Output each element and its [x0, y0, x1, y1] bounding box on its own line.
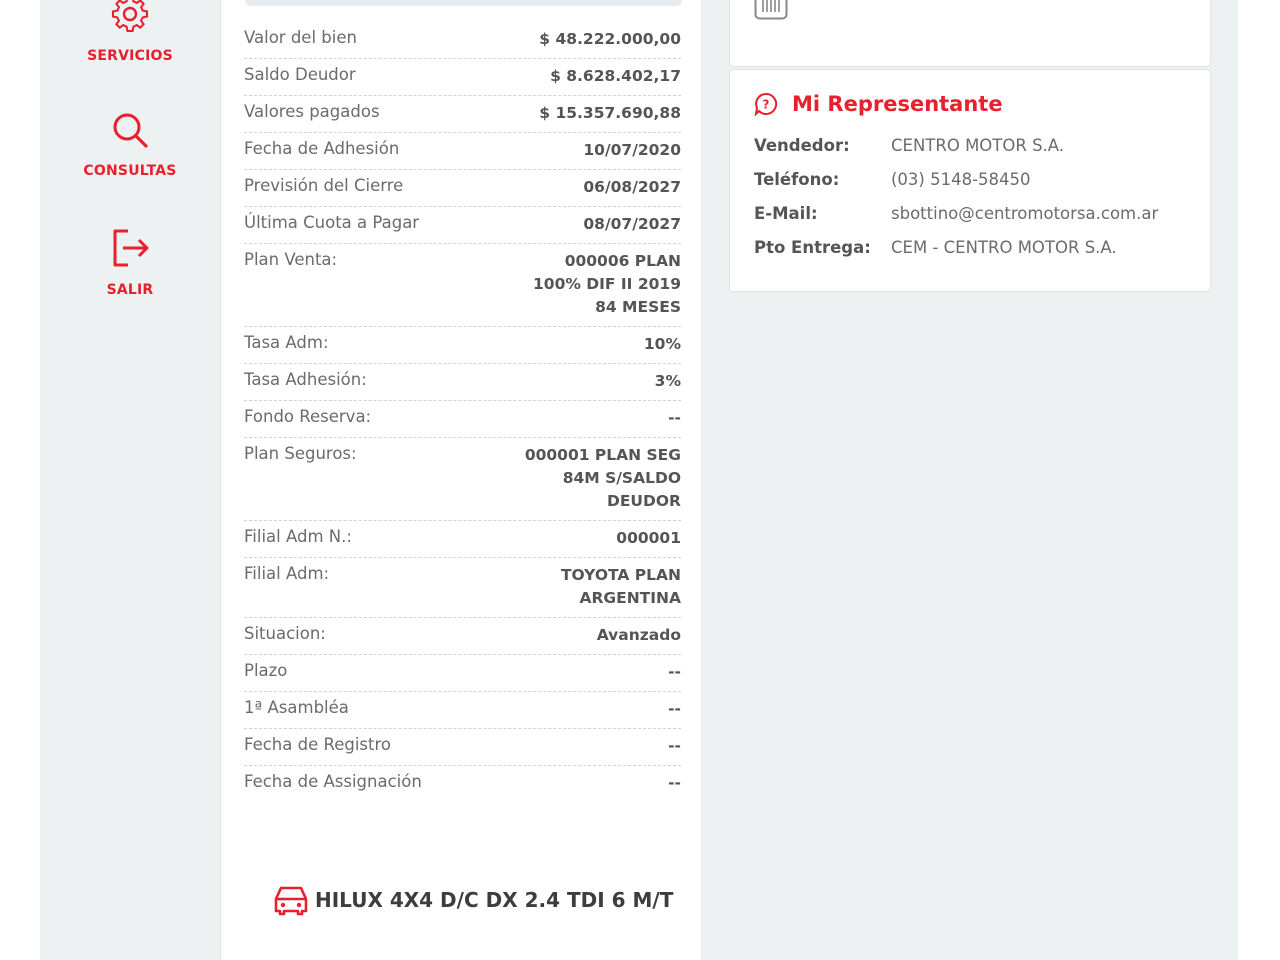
detail-label: Valores pagados	[244, 102, 380, 121]
detail-label: Filial Adm:	[244, 564, 330, 583]
gear-icon	[111, 0, 149, 33]
sidebar-item-salir[interactable]: SALIR	[40, 228, 220, 298]
detail-row-valor-bien: Valor del bien $ 48.222.000,00	[244, 22, 681, 59]
detail-label: Fecha de Registro	[244, 735, 392, 754]
detail-value: TOYOTA PLAN ARGENTINA	[560, 566, 681, 607]
sidebar-item-servicios[interactable]: SERVICIOS	[40, 0, 220, 64]
detail-value: 10%	[643, 335, 681, 353]
detail-label: Plan Venta:	[244, 250, 338, 269]
detail-row-plan-seguros: Plan Seguros: 000001 PLAN SEG 84M S/SALDO…	[244, 438, 681, 521]
detail-label: Última Cuota a Pagar	[244, 213, 420, 232]
rep-row-vendedor: Vendedor: CENTRO MOTOR S.A.	[754, 136, 1064, 155]
detail-value: 000006 PLAN 100% DIF II 2019 84 MESES	[533, 252, 681, 316]
detail-value: 3%	[654, 372, 681, 390]
detail-label: Fecha de Adhesión	[244, 139, 400, 158]
representante-title: Mi Representante	[792, 92, 1003, 116]
detail-label: Previsión del Cierre	[244, 176, 404, 195]
detail-row-tasa-adhesion: Tasa Adhesión: 3%	[244, 364, 681, 401]
rep-label: Pto Entrega:	[754, 238, 871, 257]
representante-header: ? Mi Representante	[754, 92, 1003, 116]
detail-row-fecha-registro: Fecha de Registro --	[244, 729, 681, 766]
car-icon	[274, 886, 308, 916]
rep-row-entrega: Pto Entrega: CEM - CENTRO MOTOR S.A.	[754, 238, 1117, 257]
rep-email-link[interactable]: sbottino@centromotorsa.com.ar	[891, 204, 1158, 223]
rep-value: CEM - CENTRO MOTOR S.A.	[891, 238, 1117, 257]
detail-row-fecha-asignacion: Fecha de Assignación --	[244, 766, 681, 802]
rep-value: (03) 5148-58450	[891, 170, 1031, 189]
representante-card: ? Mi Representante Vendedor: CENTRO MOTO…	[729, 69, 1211, 292]
sidebar-item-label: CONSULTAS	[83, 163, 177, 179]
detail-row-filial-adm: Filial Adm: TOYOTA PLAN ARGENTINA	[244, 558, 681, 618]
vehicle-model: HILUX 4X4 D/C DX 2.4 TDI 6 M/T	[273, 884, 673, 916]
rep-row-telefono: Teléfono: (03) 5148-58450	[754, 170, 1031, 189]
detail-row-ultima-cuota: Última Cuota a Pagar 08/07/2027	[244, 207, 681, 244]
detail-value: $ 48.222.000,00	[539, 30, 681, 48]
detail-row-situacion: Situacion: Avanzado	[244, 618, 681, 655]
svg-text:?: ?	[763, 98, 770, 112]
detail-label: Saldo Deudor	[244, 65, 356, 84]
rep-value: CENTRO MOTOR S.A.	[891, 136, 1065, 155]
panel-header-strip	[245, 0, 682, 6]
detail-label: Situacion:	[244, 624, 326, 643]
rep-label: Teléfono:	[754, 170, 840, 189]
detail-value: --	[668, 700, 681, 718]
detail-row-fecha-adhesion: Fecha de Adhesión 10/07/2020	[244, 133, 681, 170]
sidebar-item-label: SALIR	[106, 282, 154, 298]
detail-value: 06/08/2027	[583, 178, 681, 196]
detail-label: Tasa Adm:	[244, 333, 329, 352]
detail-row-primera-asamblea: 1ª Asambléa --	[244, 692, 681, 729]
details-list: Valor del bien $ 48.222.000,00 Saldo Deud…	[244, 22, 681, 802]
detail-label: Fecha de Assignación	[244, 772, 422, 791]
detail-row-tasa-adm: Tasa Adm: 10%	[244, 327, 681, 364]
rep-row-email: E-Mail: sbottino@centromotorsa.com.ar	[754, 204, 1158, 223]
detail-value: --	[668, 737, 681, 755]
detail-label: Plan Seguros:	[244, 444, 357, 463]
detail-value: --	[668, 409, 681, 427]
detail-value: Avanzado	[596, 626, 681, 644]
detail-label: Fondo Reserva:	[244, 407, 372, 426]
detail-value: --	[668, 774, 681, 792]
sidebar: SERVICIOS CONSULTAS SALIR	[40, 0, 220, 960]
detail-label: Plazo	[244, 661, 288, 680]
otros-conceptos-card[interactable]	[729, 0, 1211, 67]
sidebar-item-consultas[interactable]: CONSULTAS	[40, 110, 220, 179]
detail-row-fondo-reserva: Fondo Reserva: --	[244, 401, 681, 438]
sidebar-item-label: SERVICIOS	[87, 48, 173, 64]
detail-row-saldo-deudor: Saldo Deudor $ 8.628.402,17	[244, 59, 681, 96]
detail-value: 000001 PLAN SEG 84M S/SALDO DEUDOR	[524, 446, 681, 510]
barcode-icon	[754, 0, 788, 20]
detail-value: --	[668, 663, 681, 681]
detail-value: 10/07/2020	[583, 141, 681, 159]
plan-details-panel: Valor del bien $ 48.222.000,00 Saldo Deud…	[220, 0, 702, 960]
detail-value: 000001	[616, 529, 681, 547]
help-chat-icon: ?	[754, 92, 778, 116]
logout-icon	[113, 229, 149, 267]
detail-label: 1ª Asambléa	[244, 698, 349, 717]
detail-row-prevision-cierre: Previsión del Cierre 06/08/2027	[244, 170, 681, 207]
detail-row-valores-pagados: Valores pagados $ 15.357.690,88	[244, 96, 681, 133]
detail-row-filial-adm-n: Filial Adm N.: 000001	[244, 521, 681, 558]
detail-row-plazo: Plazo --	[244, 655, 681, 692]
detail-row-plan-venta: Plan Venta: 000006 PLAN 100% DIF II 2019 …	[244, 244, 681, 327]
detail-label: Valor del bien	[244, 28, 357, 47]
page-margin	[1238, 0, 1280, 960]
search-icon	[113, 113, 148, 148]
rep-label: Vendedor:	[754, 136, 850, 155]
detail-value: $ 15.357.690,88	[539, 104, 681, 122]
rep-label: E-Mail:	[754, 204, 818, 223]
vehicle-name: HILUX 4X4 D/C DX 2.4 TDI 6 M/T	[315, 888, 674, 912]
detail-value: 08/07/2027	[583, 215, 681, 233]
detail-value: $ 8.628.402,17	[550, 67, 681, 85]
detail-label: Filial Adm N.:	[244, 527, 352, 546]
detail-label: Tasa Adhesión:	[244, 370, 367, 389]
